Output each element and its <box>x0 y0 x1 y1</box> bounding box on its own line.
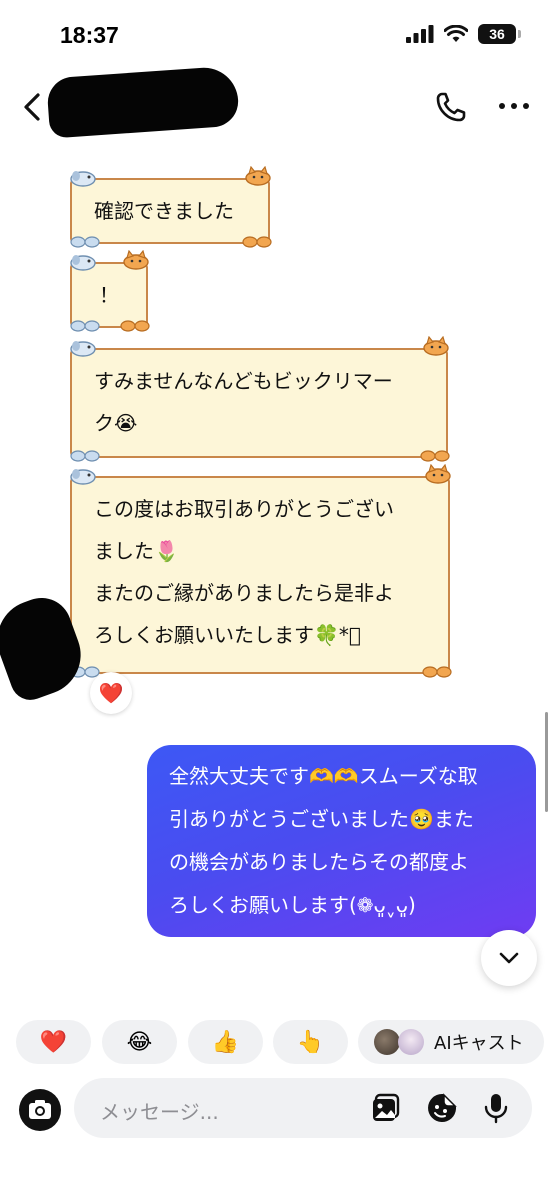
message-text: ました🌷 <box>94 539 179 563</box>
battery-level: 36 <box>489 26 505 42</box>
scroll-to-bottom-button[interactable] <box>481 930 537 986</box>
gallery-icon[interactable] <box>370 1092 402 1124</box>
message-text: ろしくお願いします(❁ᴗ͈ˬᴗ͈) <box>169 893 416 917</box>
message-text: すみませんなんどもビックリマー <box>94 369 393 393</box>
paw-icon <box>420 450 450 462</box>
incoming-message[interactable]: ！ <box>70 250 150 332</box>
paw-icon <box>70 236 100 248</box>
message-text: ！ <box>99 283 119 307</box>
message-text: 引ありがとうございました🥹また <box>169 807 474 831</box>
status-time: 18:37 <box>60 22 119 48</box>
incoming-message[interactable]: この度はお取引ありがとうござい ました🌷 またのご縁がありましたら是非よ ろしく… <box>70 464 452 678</box>
message-text: またのご縁がありましたら是非よ <box>94 581 394 605</box>
cat-sticker-icon <box>245 166 271 186</box>
ai-avatar <box>398 1029 424 1055</box>
ai-cast-label: AIキャスト <box>434 1033 524 1054</box>
paw-icon <box>70 450 100 462</box>
dog-sticker-icon <box>70 341 96 357</box>
incoming-message[interactable]: すみませんなんどもビックリマー ク😭 <box>70 336 450 462</box>
wifi-icon <box>444 25 468 42</box>
status-icons: 36 <box>406 24 521 44</box>
phone-icon[interactable] <box>434 90 468 124</box>
more-icon[interactable] <box>496 96 532 116</box>
scrollbar[interactable] <box>545 712 548 812</box>
dog-sticker-icon <box>70 171 96 187</box>
chevron-down-icon <box>499 952 519 964</box>
cat-sticker-icon <box>423 336 449 356</box>
quick-reaction-thumbs-up[interactable]: 👍 <box>188 1020 263 1064</box>
outgoing-message[interactable]: 全然大丈夫です🫶🫶スムーズな取 引ありがとうございました🥹また の機会がありまし… <box>147 745 536 937</box>
paw-icon <box>70 320 100 332</box>
incoming-message[interactable]: 確認できました <box>70 166 272 248</box>
battery-icon: 36 <box>478 24 521 44</box>
signal-icon <box>406 25 434 43</box>
back-icon[interactable] <box>18 92 48 122</box>
message-text: この度はお取引ありがとうござい <box>94 497 394 521</box>
camera-icon[interactable] <box>18 1088 62 1132</box>
dog-sticker-icon <box>70 469 96 485</box>
paw-icon <box>422 666 452 678</box>
message-text: の機会がありましたらその都度よ <box>169 850 469 874</box>
microphone-icon[interactable] <box>480 1092 512 1124</box>
message-placeholder: メッセージ... <box>100 1100 219 1124</box>
message-text: 全然大丈夫です🫶🫶スムーズな取 <box>169 764 478 788</box>
quick-reaction-heart[interactable]: ❤️ <box>16 1020 91 1064</box>
redacted-contact-name <box>46 65 240 139</box>
message-text: 確認できました <box>94 199 234 223</box>
dog-sticker-icon <box>70 255 96 271</box>
cat-sticker-icon <box>425 464 451 484</box>
heart-reaction[interactable]: ❤️ <box>90 672 132 714</box>
ai-cast-button[interactable]: AIキャスト <box>358 1020 544 1064</box>
message-text: ク😭 <box>94 411 138 435</box>
paw-icon <box>120 320 150 332</box>
message-text: ろしくお願いいたします🍀*ﾟ <box>94 623 361 647</box>
quick-reaction-point-up[interactable]: 👆 <box>273 1020 348 1064</box>
quick-reaction-laugh[interactable]: 😂 <box>102 1020 177 1064</box>
sticker-icon[interactable] <box>426 1092 458 1124</box>
cat-sticker-icon <box>123 250 149 270</box>
message-input[interactable]: メッセージ... <box>74 1078 532 1138</box>
ai-avatar <box>374 1029 400 1055</box>
paw-icon <box>242 236 272 248</box>
